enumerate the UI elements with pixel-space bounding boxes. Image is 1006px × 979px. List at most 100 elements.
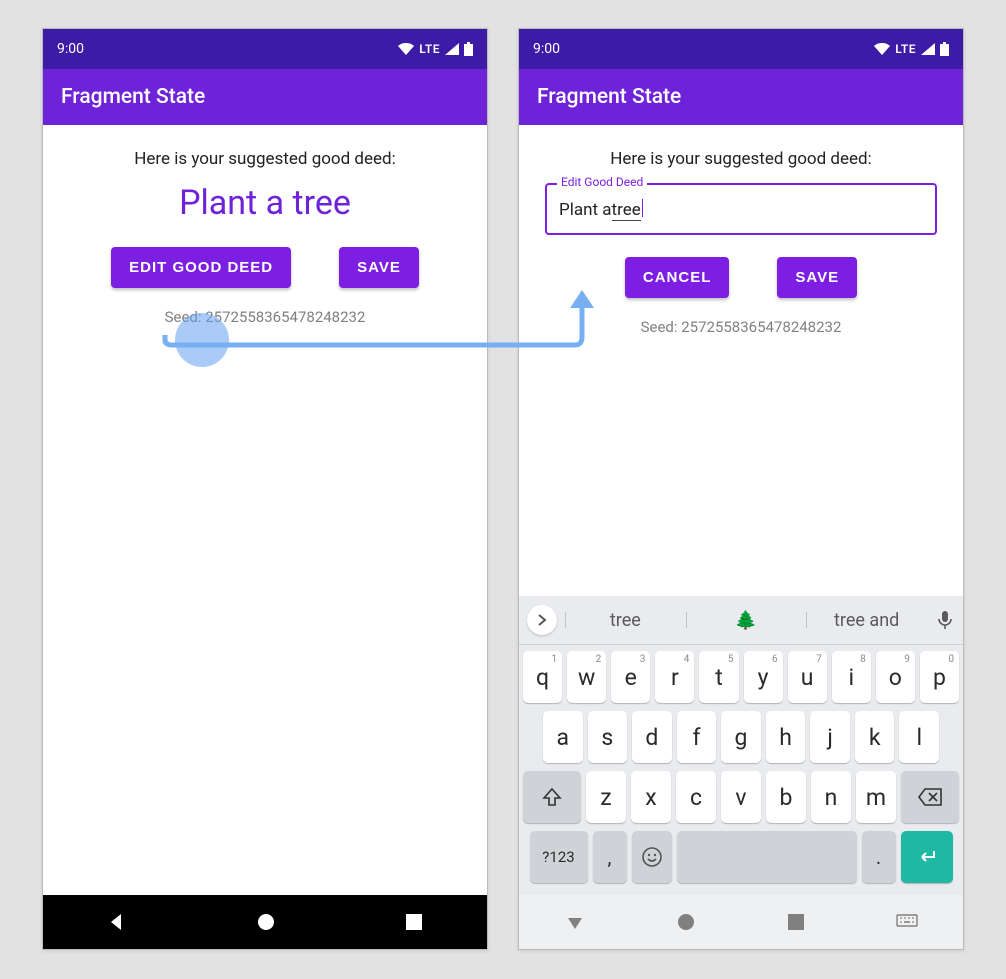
key-o[interactable]: o9 [876,651,915,703]
save-button[interactable]: SAVE [777,257,857,298]
enter-icon [917,849,937,865]
status-bar: 9:00 LTE [43,29,487,69]
content-area: Here is your suggested good deed: Edit G… [519,125,963,336]
shift-key[interactable] [523,771,581,823]
keyboard-suggestion-bar: tree 🌲 tree and [519,596,963,645]
key-m[interactable]: m [856,771,896,823]
key-w[interactable]: w2 [567,651,606,703]
microphone-icon [937,610,953,630]
system-nav-bar [519,895,963,949]
edit-good-deed-button[interactable]: EDIT GOOD DEED [111,247,291,288]
keyboard-rows: q1w2e3r4t5y6u7i8o9p0 asdfghjkl zxcvbnm ?… [519,645,963,895]
period-key[interactable]: . [862,831,896,883]
backspace-icon [918,788,942,806]
nav-recent-icon[interactable] [787,913,805,931]
content-area: Here is your suggested good deed: Plant … [43,125,487,326]
key-i[interactable]: i8 [832,651,871,703]
key-q[interactable]: q1 [523,651,562,703]
good-deed-text: Plant a tree [61,183,469,223]
suggestion-label: Here is your suggested good deed: [61,149,469,169]
app-title: Fragment State [537,85,681,109]
wifi-icon [398,43,414,55]
keyboard-row-3: zxcvbnm [523,771,959,823]
app-bar: Fragment State [519,69,963,125]
key-e[interactable]: e3 [611,651,650,703]
status-bar: 9:00 LTE [519,29,963,69]
keyboard-row-2: asdfghjkl [523,711,959,763]
button-row: CANCEL SAVE [537,257,945,298]
status-time: 9:00 [57,41,84,57]
chevron-right-icon [536,614,548,626]
nav-home-icon[interactable] [676,912,696,932]
suggestion-3[interactable]: tree and [806,610,927,631]
button-row: EDIT GOOD DEED SAVE [61,247,469,288]
key-c[interactable]: c [676,771,716,823]
key-l[interactable]: l [899,711,939,763]
status-icons: LTE [398,42,473,56]
keyboard-row-1: q1w2e3r4t5y6u7i8o9p0 [523,651,959,703]
text-cursor [642,199,643,217]
signal-icon [921,43,935,55]
key-f[interactable]: f [677,711,717,763]
key-b[interactable]: b [766,771,806,823]
keyboard-hide-icon[interactable] [896,914,918,930]
key-r[interactable]: r4 [655,651,694,703]
keyboard-row-4: ?123 , . [523,831,959,883]
battery-icon [464,42,473,56]
nav-recent-icon[interactable] [405,913,423,931]
key-u[interactable]: u7 [788,651,827,703]
seed-label: Seed: 2572558365478248232 [61,308,469,326]
app-bar: Fragment State [43,69,487,125]
save-button[interactable]: SAVE [339,247,419,288]
seed-label: Seed: 2572558365478248232 [537,318,945,336]
edit-field-wrapper: Edit Good Deed Plant a tree [545,183,937,235]
status-time: 9:00 [533,41,560,57]
cancel-button[interactable]: CANCEL [625,257,730,298]
phone-screenshot-left: 9:00 LTE Fragment State Here is your sug… [42,28,488,950]
key-k[interactable]: k [855,711,895,763]
system-nav-bar [43,895,487,949]
expand-suggestions-button[interactable] [527,605,557,635]
key-h[interactable]: h [766,711,806,763]
key-y[interactable]: y6 [744,651,783,703]
key-v[interactable]: v [721,771,761,823]
network-label: LTE [419,42,440,56]
suggestion-2[interactable]: 🌲 [686,610,807,631]
input-text-prefix: Plant a [559,200,612,220]
nav-back-icon[interactable] [107,912,127,932]
battery-icon [940,42,949,56]
key-s[interactable]: s [588,711,628,763]
space-key[interactable] [677,831,857,883]
suggestion-1[interactable]: tree [565,610,686,631]
key-d[interactable]: d [632,711,672,763]
input-text-underlined: tree [612,200,641,221]
phone-screenshot-right: 9:00 LTE Fragment State Here is your sug… [518,28,964,950]
key-t[interactable]: t5 [699,651,738,703]
key-a[interactable]: a [543,711,583,763]
key-g[interactable]: g [721,711,761,763]
soft-keyboard: tree 🌲 tree and q1w2e3r4t5y6u7i8o9p0 asd… [519,596,963,895]
key-n[interactable]: n [811,771,851,823]
key-z[interactable]: z [586,771,626,823]
wifi-icon [874,43,890,55]
comma-key[interactable]: , [593,831,627,883]
nav-back-icon[interactable] [565,912,585,932]
key-j[interactable]: j [810,711,850,763]
nav-home-icon[interactable] [256,912,276,932]
status-icons: LTE [874,42,949,56]
key-p[interactable]: p0 [920,651,959,703]
symbols-key[interactable]: ?123 [530,831,588,883]
key-x[interactable]: x [631,771,671,823]
edit-good-deed-input[interactable]: Plant a tree [545,183,937,235]
network-label: LTE [895,42,916,56]
signal-icon [445,43,459,55]
voice-input-button[interactable] [927,610,963,630]
app-title: Fragment State [61,85,205,109]
backspace-key[interactable] [901,771,959,823]
suggestion-label: Here is your suggested good deed: [537,149,945,169]
shift-icon [542,787,562,807]
enter-key[interactable] [901,831,953,883]
edit-field-label: Edit Good Deed [557,175,647,189]
emoji-key[interactable] [632,831,672,883]
emoji-icon [641,846,663,868]
